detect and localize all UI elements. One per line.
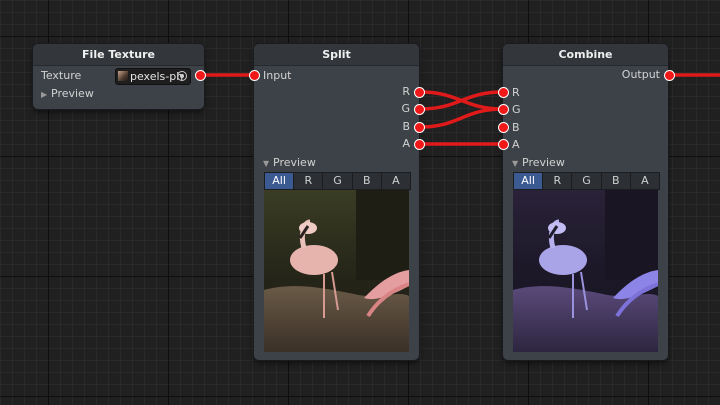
expanded-triangle-icon: ▼ (512, 159, 519, 168)
split-tab-a[interactable]: A (382, 173, 410, 189)
file-texture-node[interactable]: File Texture Texture pexels-ph ▶ Preview (33, 44, 204, 109)
split-tab-g[interactable]: G (323, 173, 353, 189)
texture-object-field[interactable]: pexels-ph (115, 68, 191, 85)
combine-preview-label: Preview (522, 156, 565, 169)
texture-output-port[interactable] (195, 70, 206, 81)
object-picker-icon[interactable] (177, 71, 187, 81)
combine-title[interactable]: Combine (503, 44, 668, 66)
combine-g-port[interactable] (498, 104, 509, 115)
combine-tab-b[interactable]: B (602, 173, 631, 189)
input-label: Input (263, 69, 292, 82)
combine-preview-foldout[interactable]: ▼ Preview (512, 155, 565, 171)
split-preview-label: Preview (273, 156, 316, 169)
split-preview-image (264, 190, 409, 352)
preview-label: Preview (51, 87, 94, 100)
split-node[interactable]: Split Input R G B A ▼ Preview All R G B A (254, 44, 419, 360)
combine-r-port[interactable] (498, 87, 509, 98)
split-out-a-label: A (402, 137, 410, 150)
split-title[interactable]: Split (254, 44, 419, 66)
combine-b-port[interactable] (498, 122, 509, 133)
file-texture-title[interactable]: File Texture (33, 44, 204, 66)
combine-preview-image (513, 190, 658, 352)
output-label: Output (621, 68, 660, 81)
split-out-r-label: R (402, 85, 410, 98)
split-tab-r[interactable]: R (294, 173, 324, 189)
split-a-port[interactable] (414, 139, 425, 150)
combine-output-port[interactable] (664, 70, 675, 81)
combine-tab-r[interactable]: R (543, 173, 573, 189)
combine-node[interactable]: Combine Output R G B A ▼ Preview All R G … (503, 44, 668, 360)
combine-in-g-label: G (512, 103, 521, 116)
texture-label: Texture (41, 69, 82, 82)
split-preview-foldout[interactable]: ▼ Preview (263, 155, 316, 171)
split-b-port[interactable] (414, 122, 425, 133)
split-out-b-label: B (402, 120, 410, 133)
combine-tab-g[interactable]: G (572, 173, 602, 189)
combine-tab-a[interactable]: A (631, 173, 659, 189)
split-input-port[interactable] (249, 70, 260, 81)
split-tab-all[interactable]: All (265, 173, 295, 189)
preview-foldout[interactable]: ▶ Preview (41, 86, 94, 102)
combine-a-port[interactable] (498, 139, 509, 150)
combine-in-b-label: B (512, 121, 520, 134)
split-r-port[interactable] (414, 87, 425, 98)
wire-split-b-to-combine-g (418, 107, 505, 129)
split-channel-tabs: All R G B A (264, 172, 411, 190)
wire-split-g-to-combine-r (418, 90, 505, 111)
combine-in-a-label: A (512, 138, 520, 151)
split-tab-b[interactable]: B (353, 173, 382, 189)
split-g-port[interactable] (414, 104, 425, 115)
texture-value: pexels-ph (130, 70, 184, 83)
image-thumbnail-icon (118, 71, 128, 81)
combine-in-r-label: R (512, 86, 520, 99)
collapsed-triangle-icon: ▶ (41, 90, 48, 99)
combine-channel-tabs: All R G B A (513, 172, 660, 190)
combine-tab-all[interactable]: All (514, 173, 544, 189)
expanded-triangle-icon: ▼ (263, 159, 270, 168)
split-out-g-label: G (401, 102, 410, 115)
